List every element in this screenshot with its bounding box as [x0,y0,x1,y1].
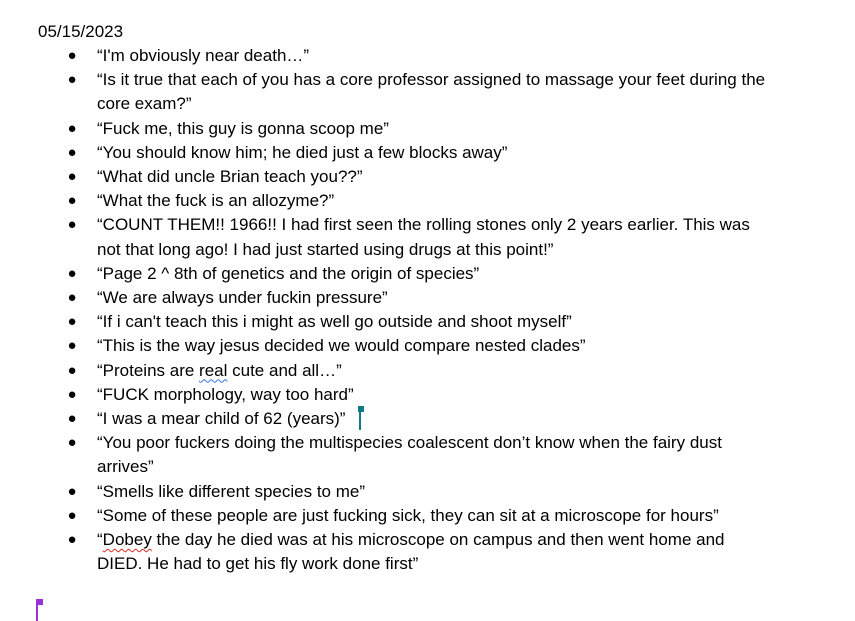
document-date: 05/15/2023 [38,22,124,41]
quote-text: “Page 2 ^ 8th of genetics and the origin… [97,263,480,283]
list-item: ● “Dobey the day he died was at his micr… [0,528,855,576]
list-item: ● “I was a mear child of 62 (years)” [0,407,855,431]
quote-text-part: cute and all…” [227,360,342,380]
grammar-flagged-word[interactable]: real [199,361,227,380]
bullet-icon: ● [67,361,77,379]
quote-text: “What did uncle Brian teach you??” [97,167,363,187]
quote-list: ● “I'm obviously near death…” ● “Is it t… [0,44,855,576]
bullet-icon: ● [67,337,77,355]
list-item: ● “We are always under fuckin pressure” [0,286,855,310]
quote-text: “We are always under fuckin pressure” [97,288,388,308]
document-page[interactable]: 05/15/2023 ● “I'm obviously near death…”… [0,0,855,621]
quote-text: “COUNT THEM!! 1966!! I had first seen th… [97,215,750,235]
list-item: ● “What did uncle Brian teach you??” [0,165,855,189]
quote-text: “If i can't teach this i might as well g… [97,312,572,332]
quote-text: “Is it true that each of you has a core … [97,70,766,90]
quote-text: “This is the way jesus decided we would … [97,336,586,356]
bullet-icon: ● [67,192,77,210]
bullet-icon: ● [67,216,77,234]
quote-text-continuation: arrives” [97,457,154,477]
bullet-icon: ● [67,71,77,89]
quote-text: “I'm obviously near death…” [97,46,310,65]
quote-text: “You poor fuckers doing the multispecies… [97,433,722,453]
bullet-icon: ● [67,410,77,428]
list-item: ● “You should know him; he died just a f… [0,141,855,165]
list-item: ● “Some of these people are just fucking… [0,504,855,528]
bullet-icon: ● [67,119,77,137]
list-item: ● “You poor fuckers doing the multispeci… [0,431,855,479]
quote-text-part: the day he died was at his microscope on… [151,530,725,550]
bullet-icon: ● [67,482,77,500]
bullet-icon: ● [67,506,77,524]
quote-text-part: “Proteins are [97,360,200,380]
quote-text: “Fuck me, this guy is gonna scoop me” [97,118,389,138]
list-item: ● “This is the way jesus decided we woul… [0,334,855,358]
quote-text: “Proteins are real cute and all…” [97,359,825,383]
bullet-icon: ● [67,313,77,331]
quote-text: “You should know him; he died just a few… [97,142,508,162]
quote-text: “Some of these people are just fucking s… [97,505,719,525]
bullet-icon: ● [67,531,77,549]
bullet-icon: ● [67,289,77,307]
bullet-icon: ● [67,47,77,64]
quote-text: “Dobey the day he died was at his micros… [97,528,825,552]
bullet-icon: ● [67,168,77,186]
list-item: ● “What the fuck is an allozyme?” [0,189,855,213]
list-item: ● “Fuck me, this guy is gonna scoop me” [0,117,855,141]
bullet-icon: ● [67,385,77,403]
quote-text-continuation: not that long ago! I had just started us… [97,239,554,259]
bullet-icon: ● [67,434,77,452]
quote-text-continuation: core exam?” [97,94,192,114]
collaborator-cursor-icon [36,599,43,621]
quote-text-continuation: DIED. He had to get his fly work done fi… [97,554,419,574]
list-item: ● “Smells like different species to me” [0,480,855,504]
bullet-icon: ● [67,264,77,282]
quote-text: “FUCK morphology, way too hard” [97,384,354,404]
list-item: ● “Page 2 ^ 8th of genetics and the orig… [0,262,855,286]
bullet-icon: ● [67,143,77,161]
list-item: ● “Is it true that each of you has a cor… [0,68,855,116]
list-item: ● “Proteins are real cute and all…” [0,359,855,383]
list-item: ● “COUNT THEM!! 1966!! I had first seen … [0,213,855,261]
quote-text: “What the fuck is an allozyme?” [97,191,335,211]
quote-text: “Smells like different species to me” [97,481,366,501]
list-item: ● “If i can't teach this i might as well… [0,310,855,334]
quote-text: “I was a mear child of 62 (years)” [97,409,346,429]
list-item: ● “I'm obviously near death…” [0,44,855,68]
collaborator-cursor-icon [358,406,364,430]
spelling-flagged-word[interactable]: Dobey [103,530,152,549]
list-item: ● “FUCK morphology, way too hard” [0,383,855,407]
